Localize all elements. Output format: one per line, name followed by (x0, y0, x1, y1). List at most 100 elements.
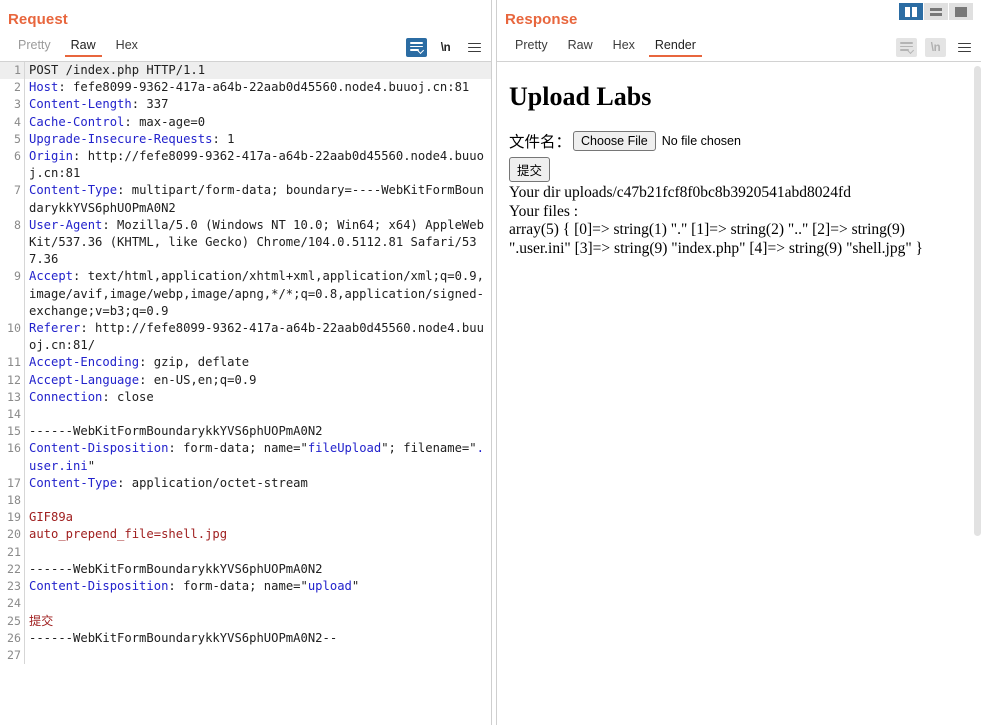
line-content: auto_prepend_file=shell.jpg (24, 526, 491, 544)
tab-response-hex[interactable]: Hex (603, 36, 645, 57)
code-line: 7 Content-Type: multipart/form-data; boun… (0, 182, 491, 217)
code-line: 15 ------WebKitFormBoundarykkYVS6phUOPmA0… (0, 423, 491, 441)
code-line: 20 auto_prepend_file=shell.jpg (0, 526, 491, 544)
line-number: 26 (7, 630, 21, 645)
line-content: POST /index.php HTTP/1.1 (24, 62, 491, 80)
request-title: Request (8, 11, 68, 28)
code-token: : http://fefe8099-9362-417a-a64b-22aab0d… (29, 149, 484, 181)
code-token: " (351, 579, 360, 594)
file-name-label: 文件名： (509, 134, 572, 151)
code-token: Cache-Control (29, 114, 125, 129)
line-number: 5 (14, 131, 21, 146)
code-token: Origin (29, 149, 74, 164)
code-token: " (87, 458, 96, 473)
response-title: Response (505, 11, 578, 28)
code-token: : http://fefe8099-9362-417a-a64b-22aab0d… (29, 321, 484, 353)
line-number: 16 (7, 441, 21, 456)
line-number: 21 (7, 544, 21, 559)
request-tool-icons: \n (406, 38, 485, 57)
code-line: 6 Origin: http://fefe8099-9362-417a-a64b-… (0, 148, 491, 183)
code-token: : application/octet-stream (117, 475, 308, 490)
code-line: 21 (0, 543, 491, 561)
code-token: Host (29, 80, 59, 95)
line-number: 10 (7, 321, 21, 336)
line-content (24, 595, 491, 613)
code-line: 9 Accept: text/html,application/xhtml+xml… (0, 268, 491, 321)
rendered-page: Upload Labs 文件名： Choose File No file cho… (497, 62, 981, 258)
choose-file-button[interactable]: Choose File (573, 131, 656, 151)
upload-dir-line: Your dir uploads/c47b21fcf8f0bc8b3920541… (509, 184, 851, 201)
code-line: 8 User-Agent: Mozilla/5.0 (Windows NT 10.… (0, 216, 491, 269)
hamburger-glyph (468, 42, 481, 53)
code-line: 18 (0, 492, 491, 510)
line-content (24, 406, 491, 424)
line-content (24, 492, 491, 510)
line-content: Content-Type: application/octet-stream (24, 474, 491, 493)
code-token: 提交 (29, 613, 54, 628)
code-line: 23 Content-Disposition: form-data; name="… (0, 578, 491, 596)
tab-request-raw[interactable]: Raw (61, 36, 106, 57)
response-scrollbar[interactable] (973, 62, 981, 725)
file-array-dump: array(5) { [0]=> string(1) "." [1]=> str… (509, 221, 923, 257)
line-content: 提交 (24, 612, 491, 630)
horizontal-split-layout-button[interactable] (924, 3, 948, 20)
response-word-wrap-icon[interactable] (896, 38, 917, 57)
code-token: POST /index.php HTTP/1.1 (29, 63, 206, 77)
single-pane-layout-button[interactable] (949, 3, 973, 20)
submit-button[interactable]: 提交 (509, 157, 551, 182)
code-line: 10 Referer: http://fefe8099-9362-417a-a64… (0, 320, 491, 355)
code-line: 16 Content-Disposition: form-data; name="… (0, 440, 491, 475)
line-content: Content-Disposition: form-data; name="up… (24, 578, 491, 596)
code-token: : fefe8099-9362-417a-a64b-22aab0d45560.n… (58, 80, 470, 95)
file-chosen-status: No file chosen (661, 134, 741, 148)
request-menu-icon[interactable] (464, 38, 485, 57)
response-menu-icon[interactable] (954, 38, 975, 57)
horizontal-split-icon (930, 7, 942, 16)
response-newline-icon[interactable]: \n (925, 38, 946, 57)
your-files-label: Your files : (509, 202, 579, 220)
line-number: 17 (7, 475, 21, 490)
line-number: 23 (7, 579, 21, 594)
line-number: 20 (7, 527, 21, 542)
line-number: 4 (14, 114, 21, 129)
line-content (24, 646, 491, 665)
code-line: 3 Content-Length: 337 (0, 96, 491, 114)
tab-request-hex[interactable]: Hex (106, 36, 148, 57)
code-token: : max-age=0 (124, 114, 206, 129)
line-number: 18 (7, 493, 21, 508)
single-pane-icon (955, 6, 967, 17)
response-tabbar: Pretty Raw Hex Render \n (497, 36, 981, 62)
tab-response-pretty[interactable]: Pretty (505, 36, 558, 57)
line-content: Accept-Language: en-US,en;q=0.9 (24, 371, 491, 389)
code-token: : gzip, deflate (139, 355, 250, 370)
code-token: ------WebKitFormBoundarykkYVS6phUOPmA0N2… (29, 630, 338, 645)
code-token: : 1 (212, 131, 235, 146)
code-token: Content-Disposition (29, 441, 169, 456)
tab-response-render[interactable]: Render (645, 36, 706, 57)
response-scrollbar-thumb[interactable] (974, 66, 981, 536)
newline-label: \n (440, 41, 451, 54)
vertical-split-layout-button[interactable] (899, 3, 923, 20)
word-wrap-icon[interactable] (406, 38, 427, 57)
line-content: ------WebKitFormBoundarykkYVS6phUOPmA0N2 (24, 423, 491, 441)
tab-response-raw[interactable]: Raw (558, 36, 603, 57)
newline-icon[interactable]: \n (435, 38, 456, 57)
line-number: 25 (7, 613, 21, 628)
code-line: 1 POST /index.php HTTP/1.1 (0, 62, 491, 80)
code-token: auto_prepend_file=shell.jpg (29, 527, 228, 542)
code-line: 5 Upgrade-Insecure-Requests: 1 (0, 130, 491, 149)
code-token: : 337 (131, 97, 169, 112)
word-wrap-glyph (410, 42, 425, 54)
code-line: 17 Content-Type: application/octet-stream (0, 474, 491, 493)
code-line: 13 Connection: close (0, 388, 491, 407)
line-number: 27 (7, 647, 21, 662)
request-panel: Request Pretty Raw Hex \n 1 POST /index.… (0, 0, 491, 725)
code-token: Accept (29, 269, 74, 284)
line-content: Host: fefe8099-9362-417a-a64b-22aab0d455… (24, 79, 491, 97)
request-raw-editor[interactable]: 1 POST /index.php HTTP/1.1 2 Host: fefe8099… (0, 62, 491, 725)
response-tool-icons: \n (896, 38, 975, 57)
word-wrap-glyph (900, 42, 915, 54)
code-token: : en-US,en;q=0.9 (139, 372, 257, 387)
code-line: 4 Cache-Control: max-age=0 (0, 113, 491, 131)
tab-request-pretty[interactable]: Pretty (8, 36, 61, 57)
